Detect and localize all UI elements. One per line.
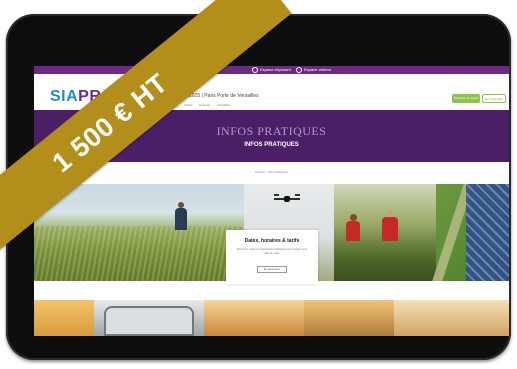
ticket-icon [296,67,302,73]
top-link-exhibitor[interactable]: Espace exposant [252,67,291,73]
tablet-frame: Espace exposant Espace visiteur SIAPRO 2… [6,14,511,360]
site-subtitle: 2025 | Paris Porte de Versailles [189,93,259,99]
nav-item-exposer[interactable]: Exposer [199,103,210,107]
bus-image [94,300,204,336]
person-figure [346,214,360,244]
info-card: Dates, horaires & tarifs Retrouvez toute… [226,230,318,284]
person-figure [382,210,398,250]
login-button[interactable]: Se connecter [482,94,506,103]
farmer-figure [174,202,188,232]
breadcrumb[interactable]: Accueil > Infos Pratiques [34,170,509,174]
info-card-text: Retrouvez toutes les informations pratiq… [236,248,308,255]
info-card-button[interactable]: En savoir plus [257,266,287,273]
road-image [394,300,509,336]
solar-field-image [432,184,509,281]
info-card-title: Dates, horaires & tarifs [244,238,300,244]
nav-item-visiter[interactable]: Visiter [184,103,192,107]
header-top-strip: Espace exposant Espace visiteur [34,66,509,74]
user-icon [252,67,258,73]
bottom-image-row [34,300,509,336]
field-sunset-image [204,300,304,336]
wheat-field-image [34,184,244,281]
top-link-visitor[interactable]: Espace visiteur [296,67,331,73]
book-stand-button[interactable]: Réserver un stand [452,94,480,103]
sprinkler-image [304,300,394,336]
sunset-image [34,300,94,336]
nav-item-actualites[interactable]: Actualités [217,103,230,107]
drone-icon [274,194,300,204]
